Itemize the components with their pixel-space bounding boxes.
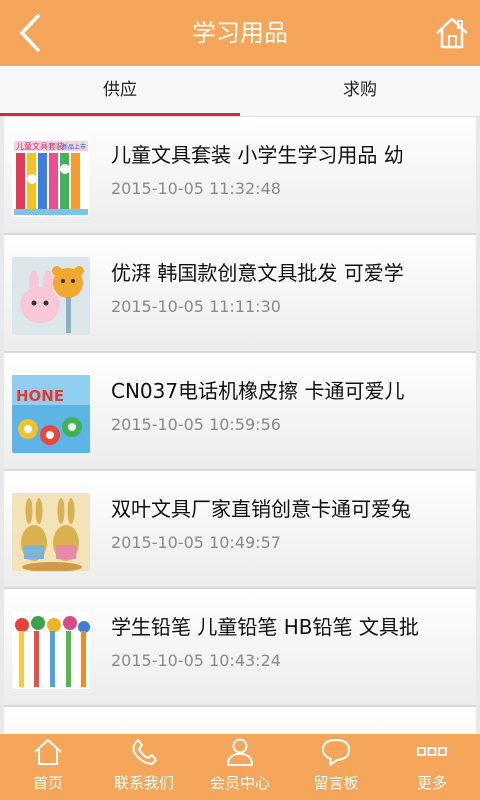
nav-message-label: 留言板	[313, 774, 359, 792]
product-thumbnail	[12, 493, 90, 571]
bottom-nav: 首页 联系我们 会员中心 留言板 更多	[0, 734, 480, 800]
item-title: 双叶文具厂家直销创意卡通可爱兔	[111, 497, 411, 521]
nav-member-label: 会员中心	[209, 774, 270, 792]
home-icon	[34, 739, 62, 765]
title-bar: 学习用品	[0, 0, 480, 66]
tab-bar: 供应 求购	[0, 66, 480, 117]
tab-supply[interactable]: 供应	[0, 66, 240, 116]
item-title: CN037电话机橡皮擦 卡通可爱儿	[111, 379, 405, 403]
thumb-text-phone: HONE	[16, 387, 64, 405]
product-thumbnail: 儿童文具套装 新品上市	[12, 139, 90, 217]
phone-icon	[132, 739, 157, 765]
more-icon	[417, 747, 447, 756]
item-title: 学生铅笔 儿童铅笔 HB铅笔 文具批	[111, 615, 419, 639]
nav-home[interactable]: 首页	[0, 734, 96, 800]
item-timestamp: 2015-10-05 11:32:48	[111, 179, 281, 198]
tab-purchase[interactable]: 求购	[240, 66, 480, 116]
nav-more[interactable]: 更多	[384, 734, 480, 800]
page-title: 学习用品	[192, 19, 288, 47]
item-timestamp: 2015-10-05 10:59:56	[111, 415, 281, 434]
product-thumbnail	[12, 611, 90, 689]
nav-home-label: 首页	[32, 774, 63, 792]
item-title: 儿童文具套装 小学生学习用品 幼	[111, 143, 404, 167]
thumb-text-2: 新品上市	[62, 143, 86, 151]
list-item[interactable]: 优湃 韩国款创意文具批发 可爱学 2015-10-05 11:11:30	[4, 235, 476, 353]
thumb-text-1: 儿童文具套装	[16, 141, 64, 151]
nav-more-label: 更多	[416, 774, 447, 792]
list-item[interactable]	[4, 707, 476, 734]
item-timestamp: 2015-10-05 10:43:24	[111, 651, 281, 670]
list-item[interactable]: 儿童文具套装 新品上市 儿童文具套装 小学生学习用品 幼 2015-10-05 …	[4, 117, 476, 235]
nav-contact[interactable]: 联系我们	[96, 734, 192, 800]
tab-purchase-label: 求购	[343, 80, 377, 100]
list-item[interactable]: 学生铅笔 儿童铅笔 HB铅笔 文具批 2015-10-05 10:43:24	[4, 589, 476, 707]
home-icon[interactable]	[434, 14, 470, 52]
nav-message[interactable]: 留言板	[288, 734, 384, 800]
item-title: 优湃 韩国款创意文具批发 可爱学	[111, 261, 404, 285]
item-timestamp: 2015-10-05 11:11:30	[111, 297, 281, 316]
user-icon	[227, 738, 253, 766]
list-item[interactable]: HONE CN037电话机橡皮擦 卡通可爱儿 2015-10-05 10:59:…	[4, 353, 476, 471]
product-thumbnail	[12, 257, 90, 335]
item-timestamp: 2015-10-05 10:49:57	[111, 533, 281, 552]
nav-member[interactable]: 会员中心	[192, 734, 288, 800]
product-thumbnail: HONE	[12, 375, 90, 453]
tab-supply-label: 供应	[103, 80, 137, 100]
active-tab-indicator	[0, 113, 240, 116]
product-list[interactable]: 儿童文具套装 新品上市 儿童文具套装 小学生学习用品 幼 2015-10-05 …	[0, 117, 480, 734]
list-item[interactable]: 双叶文具厂家直销创意卡通可爱兔 2015-10-05 10:49:57	[4, 471, 476, 589]
chat-bubble-icon	[322, 739, 350, 766]
nav-contact-label: 联系我们	[113, 774, 174, 792]
